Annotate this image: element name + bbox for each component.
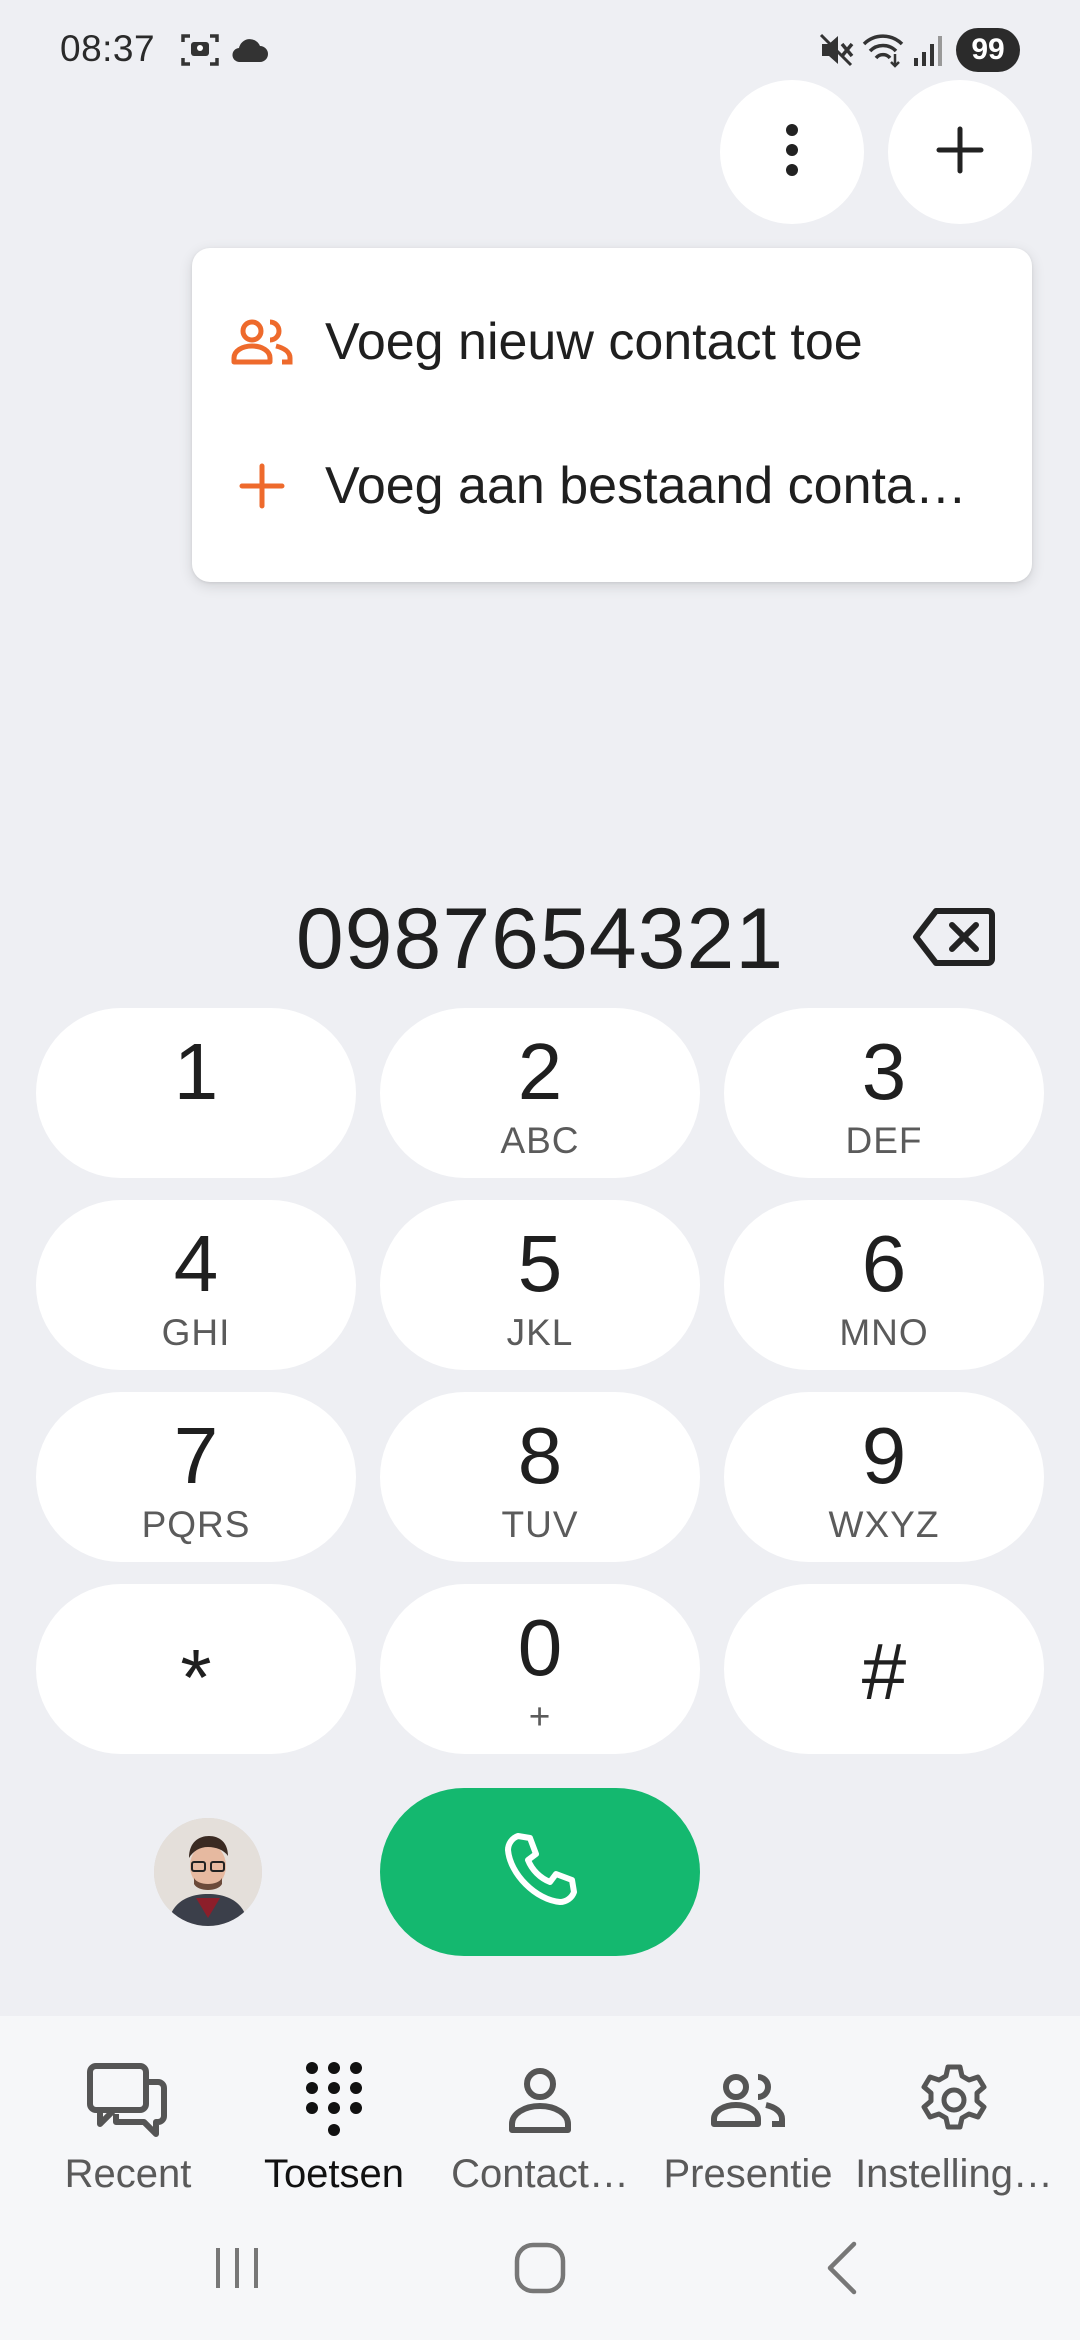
nav-item-settings[interactable]: Instelling… — [846, 2040, 1062, 2210]
more-options-button[interactable] — [720, 80, 864, 224]
call-button[interactable] — [380, 1788, 700, 1956]
nav-item-keypad[interactable]: Toetsen — [226, 2040, 442, 2210]
key-letters: TUV — [501, 1504, 579, 1545]
key-letters: MNO — [839, 1312, 929, 1353]
nav-item-presence[interactable]: Presentie — [640, 2040, 856, 2210]
phone-icon — [500, 1830, 580, 1915]
people-icon — [230, 310, 294, 374]
person-icon — [495, 2058, 585, 2142]
key-digit: 0 — [517, 1603, 563, 1692]
key-digit: 9 — [861, 1411, 907, 1500]
key-digit: # — [861, 1627, 907, 1716]
key-digit: 2 — [517, 1027, 563, 1116]
back-icon — [822, 2240, 862, 2301]
avatar[interactable] — [154, 1818, 262, 1926]
key-letters: ABC — [500, 1120, 580, 1161]
signal-icon — [912, 32, 944, 73]
screenshot-icon — [180, 32, 220, 73]
key-7[interactable]: 7 PQRS — [36, 1392, 356, 1562]
key-digit: * — [180, 1633, 212, 1722]
recent-apps-button[interactable] — [197, 2230, 277, 2310]
more-vertical-icon — [782, 122, 802, 183]
wifi-icon — [862, 32, 904, 73]
key-star[interactable]: * — [36, 1584, 356, 1754]
home-icon — [512, 2240, 568, 2301]
key-9[interactable]: 9 WXYZ — [724, 1392, 1044, 1562]
menu-item-new-contact[interactable]: Voeg nieuw contact toe — [192, 270, 1032, 414]
recents-icon — [212, 2244, 262, 2297]
nav-label: Toetsen — [263, 2152, 405, 2196]
key-6[interactable]: 6 MNO — [724, 1200, 1044, 1370]
back-button[interactable] — [802, 2230, 882, 2310]
key-2[interactable]: 2 ABC — [380, 1008, 700, 1178]
key-letters: JKL — [506, 1312, 574, 1353]
menu-item-label: Voeg aan bestaand conta… — [325, 457, 967, 515]
nav-item-contacts[interactable]: Contact… — [432, 2040, 648, 2210]
nav-item-recent[interactable]: Recent — [20, 2040, 236, 2210]
key-8[interactable]: 8 TUV — [380, 1392, 700, 1562]
add-contact-menu: Voeg nieuw contact toe Voeg aan bestaand… — [192, 248, 1032, 582]
plus-icon — [230, 454, 294, 518]
key-digit: 1 — [173, 1027, 219, 1116]
key-digit: 5 — [517, 1219, 563, 1308]
key-digit: 7 — [173, 1411, 219, 1500]
nav-label: Presentie — [663, 2152, 833, 2196]
status-bar: 08:37 99 — [0, 0, 1080, 100]
key-letters: PQRS — [141, 1504, 251, 1545]
key-digit: 8 — [517, 1411, 563, 1500]
key-0[interactable]: 0 + — [380, 1584, 700, 1754]
chat-icon — [83, 2058, 173, 2142]
key-digit: 4 — [173, 1219, 219, 1308]
add-button[interactable] — [888, 80, 1032, 224]
status-time: 08:37 — [60, 28, 156, 69]
nav-label: Instelling… — [855, 2152, 1053, 2196]
key-letters: GHI — [161, 1312, 231, 1353]
menu-item-existing-contact[interactable]: Voeg aan bestaand conta… — [192, 414, 1032, 558]
nav-label: Recent — [64, 2152, 192, 2196]
key-letters: DEF — [845, 1120, 923, 1161]
people-icon — [703, 2058, 793, 2142]
menu-item-label: Voeg nieuw contact toe — [325, 313, 863, 371]
nav-label: Contact… — [451, 2152, 629, 2196]
backspace-button[interactable] — [912, 905, 996, 969]
key-1[interactable]: 1 — [36, 1008, 356, 1178]
cloud-icon — [230, 38, 268, 67]
battery-indicator: 99 — [956, 28, 1020, 72]
gear-icon — [909, 2058, 999, 2142]
key-letters: WXYZ — [828, 1504, 940, 1545]
key-4[interactable]: 4 GHI — [36, 1200, 356, 1370]
key-3[interactable]: 3 DEF — [724, 1008, 1044, 1178]
mute-icon — [818, 32, 854, 73]
key-5[interactable]: 5 JKL — [380, 1200, 700, 1370]
backspace-icon — [912, 908, 996, 973]
key-digit: 3 — [861, 1027, 907, 1116]
key-digit: 6 — [861, 1219, 907, 1308]
dialpad-icon — [289, 2058, 379, 2142]
key-letters: + — [528, 1696, 552, 1737]
home-button[interactable] — [500, 2230, 580, 2310]
key-hash[interactable]: # — [724, 1584, 1044, 1754]
plus-icon — [935, 125, 985, 180]
